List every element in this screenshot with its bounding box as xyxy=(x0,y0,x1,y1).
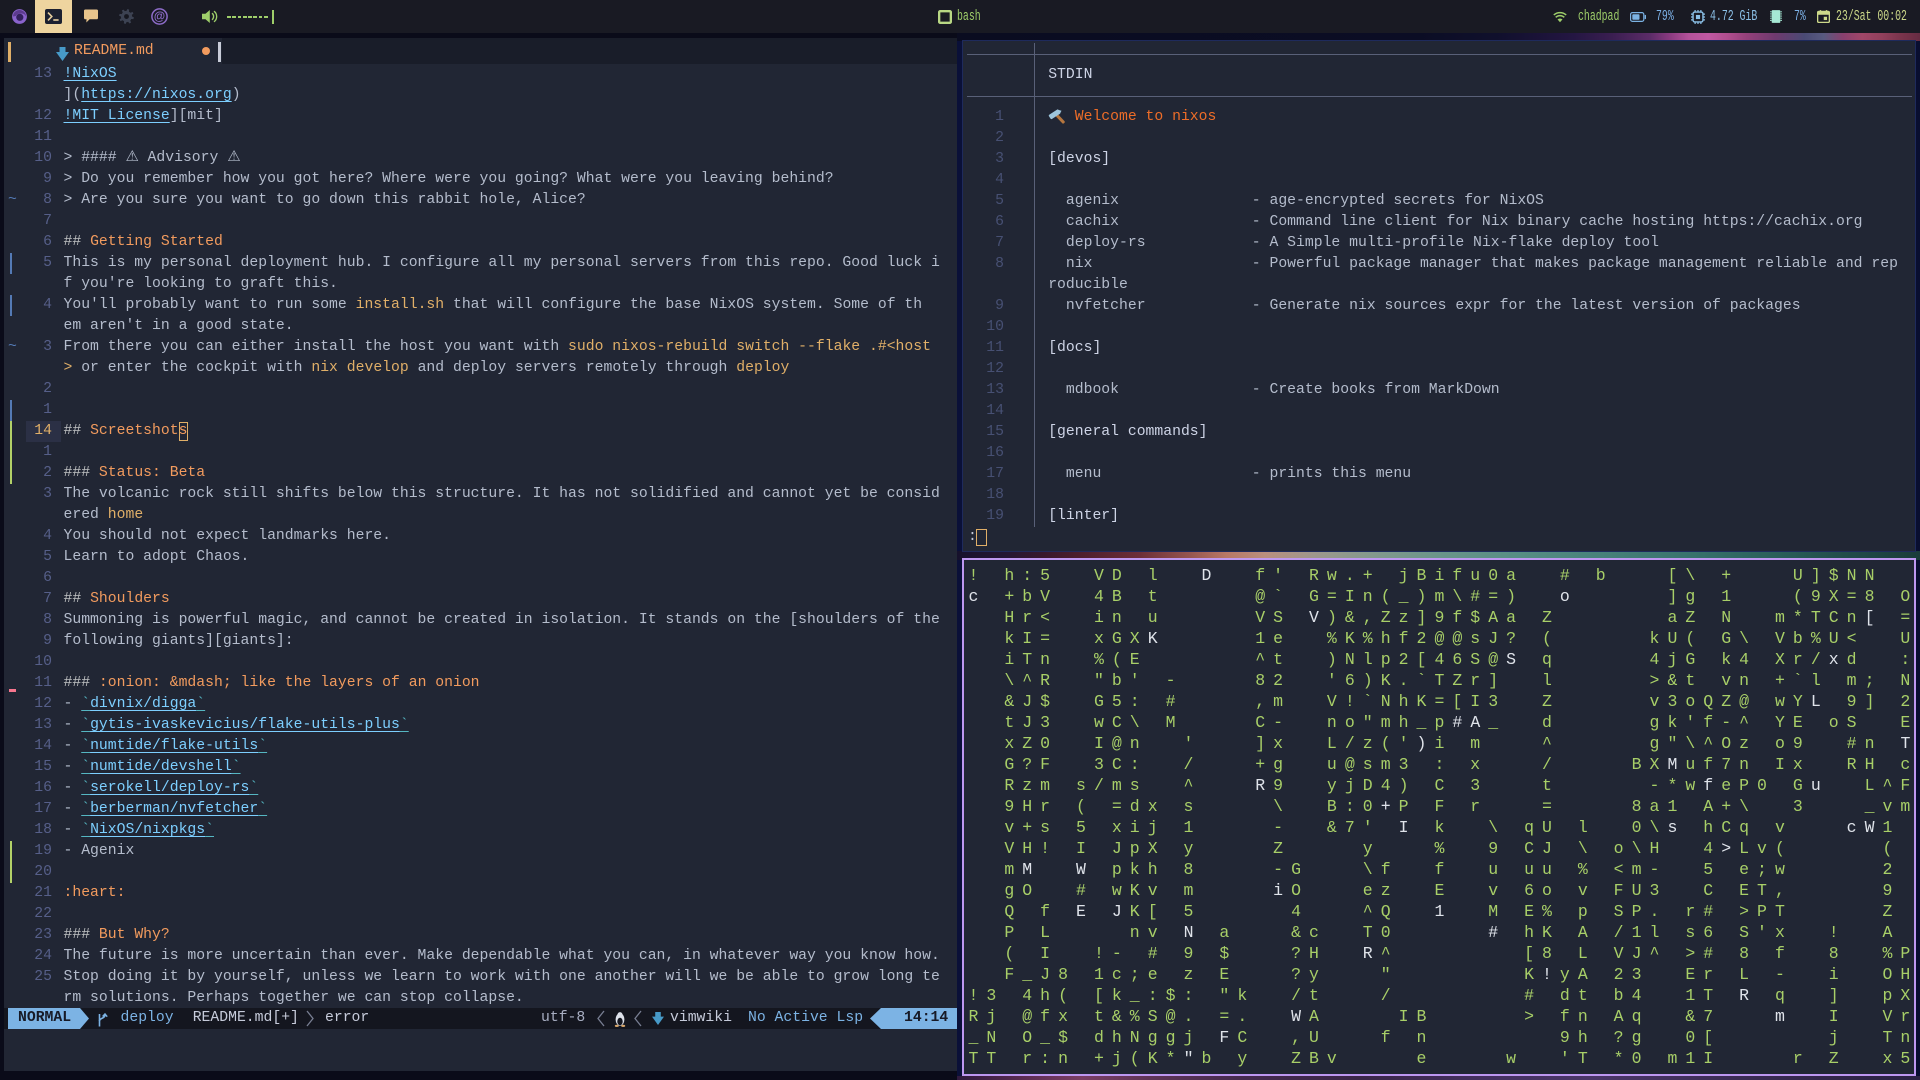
svg-text:@: @ xyxy=(154,11,165,23)
